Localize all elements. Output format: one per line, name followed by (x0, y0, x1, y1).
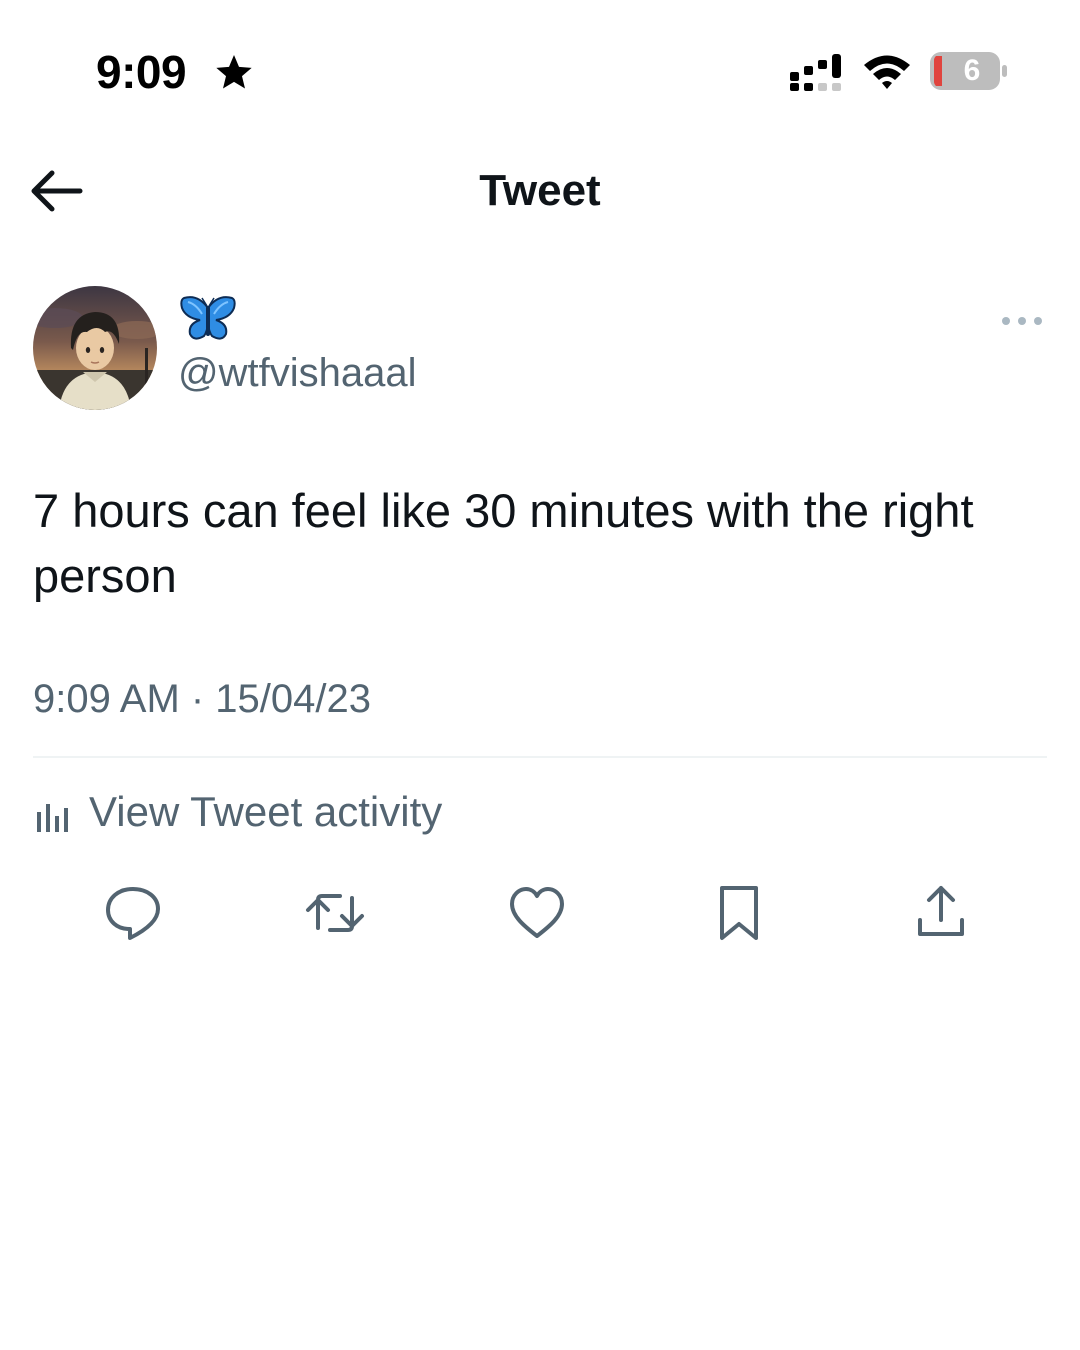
tweet-timestamp[interactable]: 9:09 AM · 15/04/23 (33, 674, 371, 724)
star-icon (216, 55, 252, 89)
wifi-icon (864, 55, 910, 89)
more-horizontal-icon[interactable] (996, 306, 1048, 336)
battery-level: 6 (963, 54, 981, 87)
retweet-button[interactable] (302, 880, 368, 946)
share-icon (918, 886, 964, 936)
tweet-text: 7 hours can feel like 30 minutes with th… (33, 484, 974, 602)
cellular-signal-icon (790, 54, 841, 91)
page-title: Tweet (479, 166, 601, 215)
share-button[interactable] (908, 880, 974, 946)
analytics-icon (37, 804, 68, 832)
butterfly-emoji[interactable] (178, 294, 238, 346)
reply-button[interactable] (100, 880, 166, 946)
view-tweet-activity-label: View Tweet activity (89, 788, 443, 835)
bookmark-button[interactable] (706, 880, 772, 946)
status-time: 9:09 (96, 46, 187, 98)
retweet-icon (306, 894, 364, 932)
divider (33, 756, 1047, 758)
like-button[interactable] (504, 880, 570, 946)
bookmark-icon (720, 886, 758, 940)
avatar[interactable] (33, 286, 157, 410)
like-icon (510, 887, 564, 938)
author-handle[interactable]: @wtfvishaaal (178, 348, 416, 398)
reply-icon (106, 887, 160, 940)
